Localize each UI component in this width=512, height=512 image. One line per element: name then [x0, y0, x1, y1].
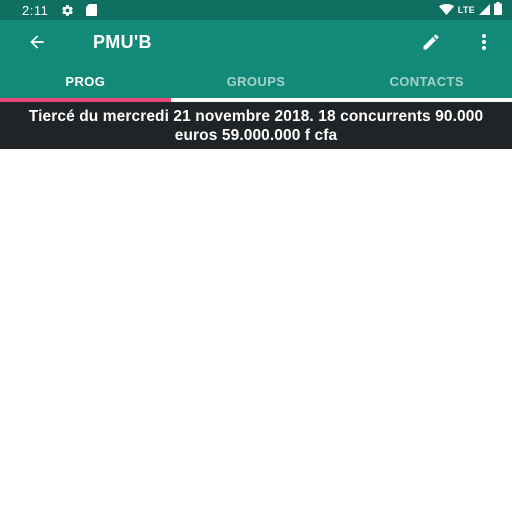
status-bar: 2:11 LTE	[0, 0, 512, 20]
content-area	[0, 149, 512, 512]
more-options-button[interactable]	[474, 30, 494, 54]
tab-groups[interactable]: GROUPS	[171, 64, 342, 98]
sim-card-icon	[84, 3, 98, 17]
edit-button[interactable]	[418, 30, 444, 54]
tab-bar: PROG GROUPS CONTACTS	[0, 64, 512, 98]
app-screen: 2:11 LTE PMU'B PROG GROUPS CONTACTS Tier…	[0, 0, 512, 512]
tab-contacts[interactable]: CONTACTS	[341, 64, 512, 98]
app-bar: PMU'B	[0, 20, 512, 64]
back-button[interactable]	[24, 30, 50, 54]
back-arrow-icon	[30, 35, 44, 49]
status-right-group: LTE	[438, 2, 502, 18]
signal-icon	[479, 3, 490, 18]
network-type-label: LTE	[457, 5, 475, 15]
tab-prog[interactable]: PROG	[0, 64, 171, 98]
race-info-banner: Tiercé du mercredi 21 novembre 2018. 18 …	[0, 102, 512, 149]
edit-pencil-icon	[423, 34, 439, 50]
settings-gear-icon	[60, 3, 74, 17]
wifi-icon	[438, 3, 454, 18]
status-time: 2:11	[22, 2, 49, 18]
battery-icon	[494, 2, 502, 18]
more-vertical-icon	[482, 34, 486, 50]
app-title: PMU'B	[93, 32, 152, 52]
race-info-text: Tiercé du mercredi 21 novembre 2018. 18 …	[28, 107, 484, 144]
